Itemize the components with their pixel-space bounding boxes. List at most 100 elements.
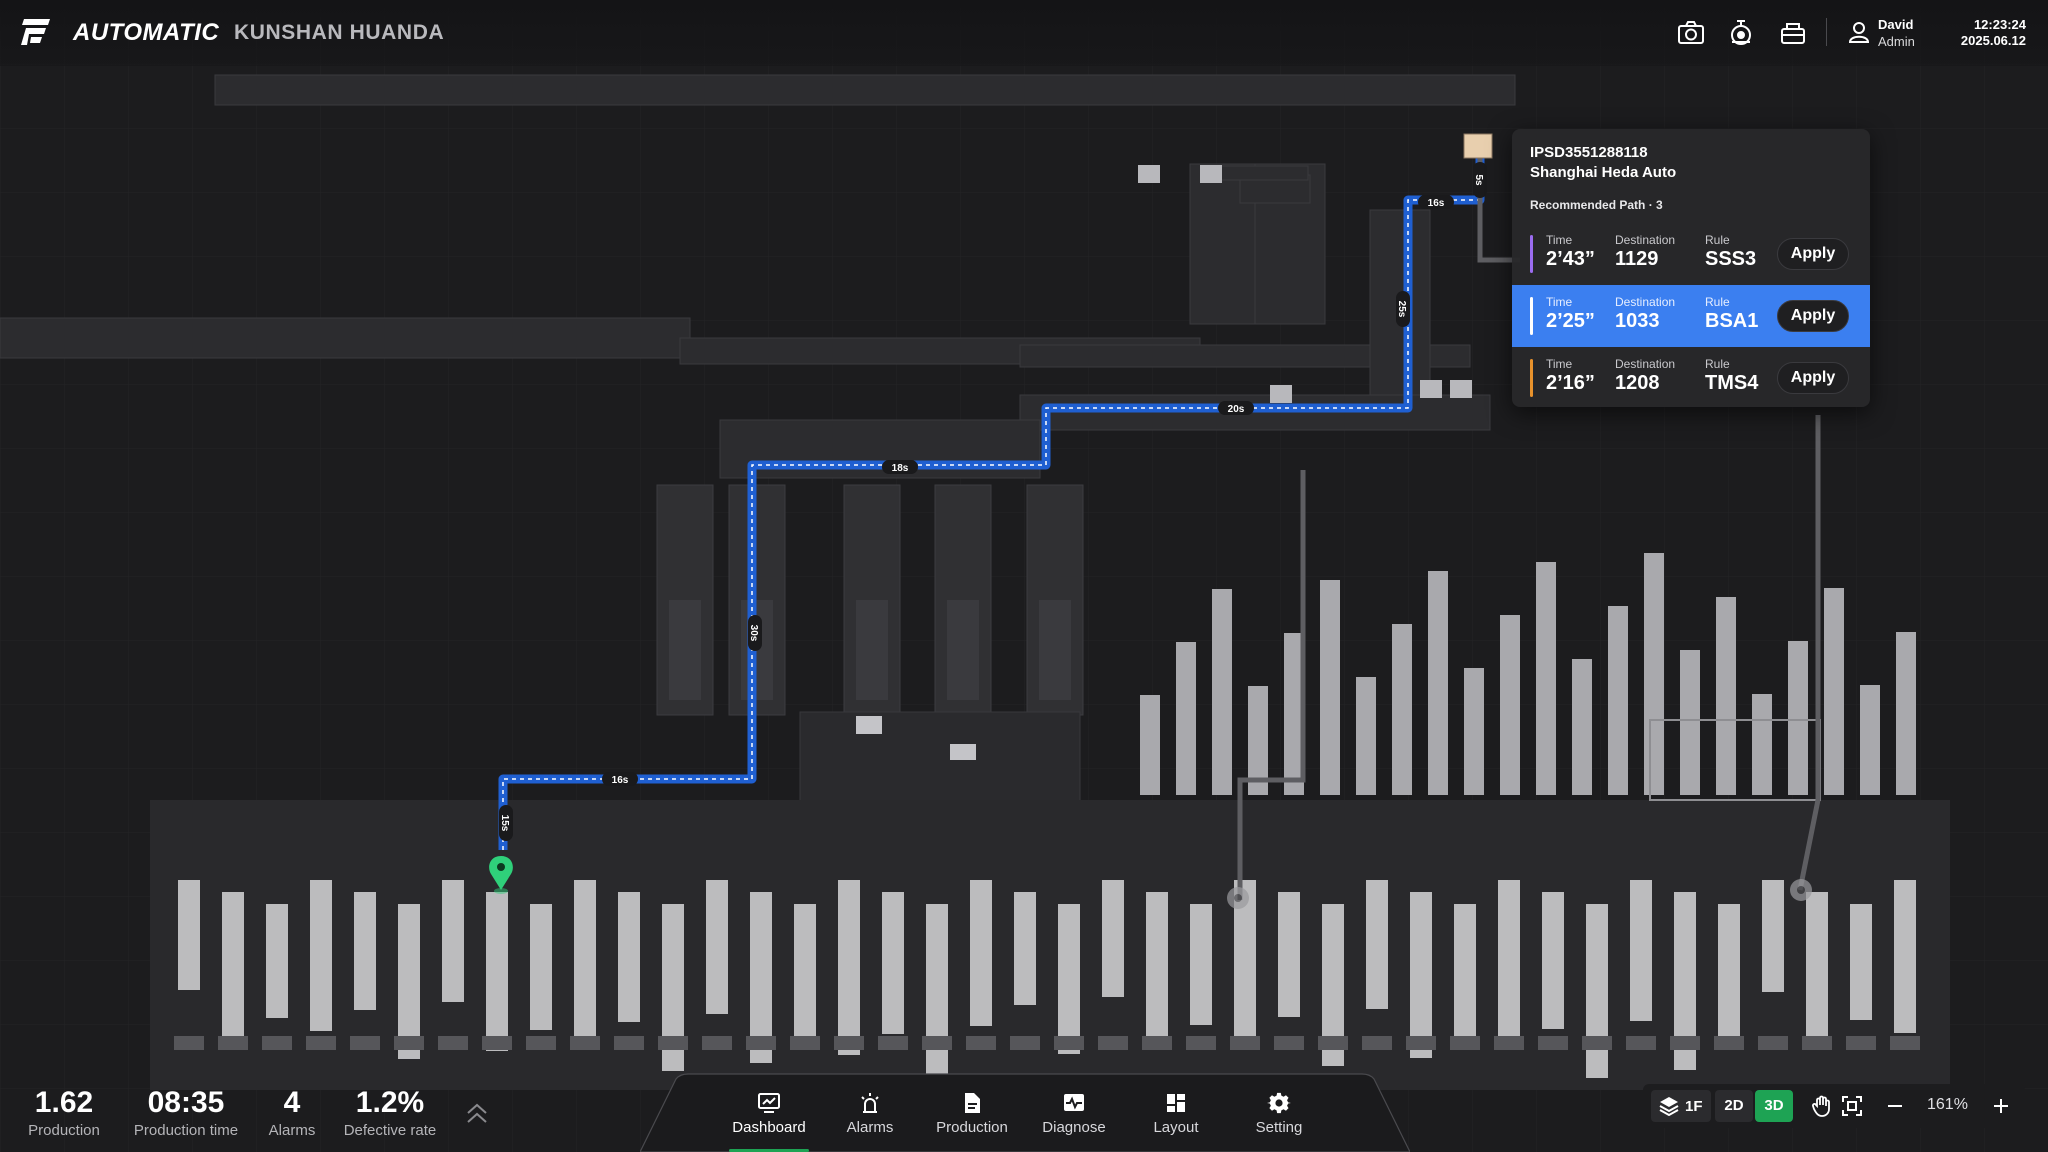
rack-column: [1716, 597, 1736, 795]
rack-column: [1824, 588, 1844, 795]
package-box: [1270, 385, 1292, 403]
nav-layout[interactable]: Layout: [1130, 1091, 1222, 1147]
order-id: IPSD3551288118: [1530, 144, 1648, 161]
zoom-in-icon[interactable]: [1989, 1094, 2013, 1118]
rack-column: [1140, 695, 1160, 795]
destination-box: [1463, 133, 1493, 159]
apply-button[interactable]: Apply: [1777, 300, 1849, 332]
rack-column: [1536, 562, 1556, 795]
transfer-platform: [799, 711, 1081, 803]
rack-base: [1494, 1036, 1524, 1050]
nav-diagnose[interactable]: Diagnose: [1028, 1091, 1120, 1147]
rack-bin: [706, 880, 728, 1014]
rack-bin: [530, 904, 552, 1030]
floor-selector[interactable]: 1F: [1651, 1090, 1711, 1122]
stat-production: 1.62 Production: [24, 1086, 104, 1139]
rack-bin: [266, 904, 288, 1018]
rack-base: [922, 1036, 952, 1050]
package-box: [1420, 380, 1442, 398]
basket-icon[interactable]: [1778, 18, 1808, 48]
hand-pan-icon[interactable]: [1810, 1094, 1834, 1118]
nav-production[interactable]: Production: [926, 1091, 1018, 1147]
clock-date: 2025.06.12: [1960, 33, 2026, 48]
rack-base: [1010, 1036, 1040, 1050]
chevron-up-icon[interactable]: [462, 1100, 492, 1126]
rack-bin: [1586, 904, 1608, 1078]
rack-bin: [926, 904, 948, 1083]
rack-base: [1450, 1036, 1480, 1050]
rack-bin: [838, 880, 860, 1055]
zoom-level: 161%: [1927, 1096, 1968, 1113]
route-label-text: 5s: [1473, 174, 1484, 186]
stat-value: 4: [283, 1086, 301, 1119]
rack-base: [1274, 1036, 1304, 1050]
stat-value: 08:35: [147, 1086, 225, 1119]
view-2d-toggle[interactable]: 2D: [1715, 1090, 1753, 1122]
rack-base: [1538, 1036, 1568, 1050]
path-option-selected[interactable]: Time 2’25” Destination 1033 Rule BSA1 Ap…: [1512, 285, 1870, 347]
option-color-bar: [1530, 297, 1533, 335]
apply-button[interactable]: Apply: [1777, 238, 1849, 270]
route-label-text: 20s: [1228, 404, 1245, 415]
rack-base: [1098, 1036, 1128, 1050]
camera-icon[interactable]: [1676, 18, 1706, 48]
rack-bin: [970, 880, 992, 1026]
time-value: 2’25”: [1546, 310, 1595, 332]
rack-bin: [1806, 892, 1828, 1041]
rack-bin: [1630, 880, 1652, 1021]
route-time-label: 15s: [499, 805, 513, 841]
package-box: [856, 716, 882, 734]
route-label-text: 16s: [612, 775, 629, 786]
rack-base: [1054, 1036, 1084, 1050]
route-time-label: 16s: [602, 772, 638, 786]
rack-base: [1890, 1036, 1920, 1050]
time-label: Time: [1546, 357, 1573, 371]
rack-bin: [1498, 880, 1520, 1050]
view-controls: 1F 2D 3D 161%: [1643, 1084, 2025, 1128]
path-popup: IPSD3551288118 Shanghai Heda Auto Recomm…: [1512, 129, 1870, 407]
stat-label: Production: [28, 1122, 100, 1139]
rack-bin: [1454, 904, 1476, 1037]
rack-base: [1142, 1036, 1172, 1050]
rack-bin: [1718, 904, 1740, 1049]
rack-base: [1626, 1036, 1656, 1050]
rack-base: [1758, 1036, 1788, 1050]
rack-base: [658, 1036, 688, 1050]
rack-base: [966, 1036, 996, 1050]
rack-base: [1714, 1036, 1744, 1050]
destination-value: 1033: [1615, 310, 1660, 332]
zoom-out-icon[interactable]: [1883, 1094, 1907, 1118]
stat-label: Production time: [133, 1122, 239, 1139]
rack-column: [1752, 694, 1772, 795]
path-option[interactable]: Time 2’43” Destination 1129 Rule SSS3 Ap…: [1512, 223, 1870, 285]
rack-column: [1680, 650, 1700, 795]
robot-arm-icon[interactable]: [1726, 18, 1756, 48]
rack-bin: [574, 880, 596, 1043]
rack-base: [174, 1036, 204, 1050]
nav-dashboard[interactable]: Dashboard: [723, 1091, 815, 1147]
fit-screen-icon[interactable]: [1840, 1094, 1864, 1118]
rule-label: Rule: [1705, 295, 1730, 309]
rack-bin: [486, 892, 508, 1051]
apply-button[interactable]: Apply: [1777, 362, 1849, 394]
rack-base: [834, 1036, 864, 1050]
stat-defective-rate: 1.2% Defective rate: [338, 1086, 442, 1139]
rack-base: [570, 1036, 600, 1050]
rack-bin: [1102, 880, 1124, 997]
package-box: [1200, 165, 1222, 183]
app-brand: AUTOMATIC: [73, 19, 220, 46]
view-3d-toggle[interactable]: 3D: [1755, 1090, 1793, 1122]
rack-base: [482, 1036, 512, 1050]
rack-base: [1582, 1036, 1612, 1050]
nav-label: Production: [936, 1119, 1008, 1136]
sorter-chute: [856, 600, 888, 700]
rack-bin: [178, 880, 200, 990]
rack-base: [1846, 1036, 1876, 1050]
nav-setting[interactable]: Setting: [1233, 1091, 1325, 1147]
rule-value: TMS4: [1705, 372, 1759, 394]
rack-bin: [354, 892, 376, 1010]
rack-column: [1860, 685, 1880, 795]
path-option[interactable]: Time 2’16” Destination 1208 Rule TMS4 Ap…: [1512, 347, 1870, 409]
rack-base: [306, 1036, 336, 1050]
nav-alarms[interactable]: Alarms: [824, 1091, 916, 1147]
